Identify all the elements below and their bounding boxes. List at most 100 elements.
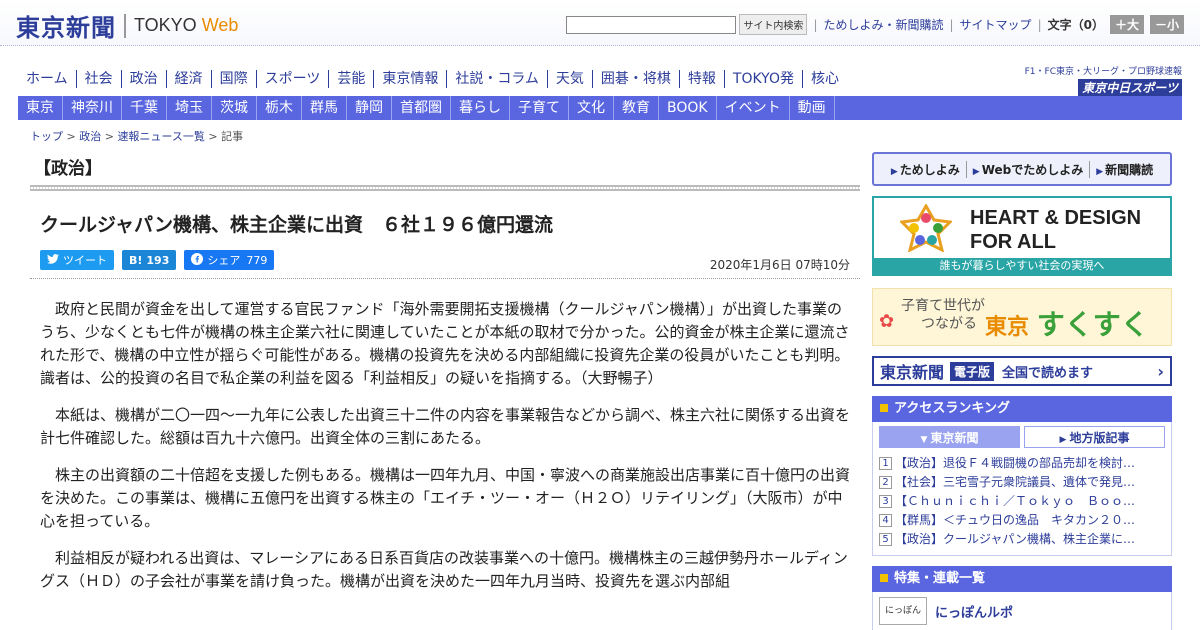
- site-search-button[interactable]: サイト内検索: [739, 14, 808, 35]
- nav-book[interactable]: BOOK: [659, 96, 717, 120]
- article-paragraph: 利益相反が疑われる出資は、マレーシアにある日系百貨店の改装事業への十億円。機構株…: [40, 549, 848, 590]
- trial-reading-label: ためしよみ: [899, 162, 960, 177]
- ranking-item[interactable]: 5 【政治】クールジャパン機構、株主企業に…: [879, 530, 1165, 549]
- hatena-bookmark-button[interactable]: B! 193: [122, 250, 177, 270]
- trial-reading-link[interactable]: ▶ ためしよみ: [885, 161, 966, 178]
- nav-entertainment[interactable]: 芸能: [328, 70, 373, 88]
- nav-event[interactable]: イベント: [717, 96, 790, 120]
- logo-divider: [124, 13, 126, 38]
- trial-reading-banner: ▶ ためしよみ ▶ Webでためしよみ ▶ 新聞購読: [872, 152, 1172, 186]
- rank-number: 5: [879, 533, 892, 546]
- font-size-label: 文字（0）: [1047, 18, 1104, 32]
- main-nav: ホーム 社会 政治 経済 国際 スポーツ 芸能 東京情報 社説・コラム 天気 囲…: [18, 70, 847, 88]
- breadcrumb-news-list[interactable]: 速報ニュース一覧: [117, 130, 204, 143]
- heart-design-banner[interactable]: HEART & DESIGN FOR ALL 誰もが暮らしやすい社会の実現へ: [872, 196, 1172, 276]
- breadcrumb: トップ > 政治 > 速報ニュース一覧 > 記事: [30, 128, 243, 144]
- nav-politics[interactable]: 政治: [120, 70, 166, 88]
- site-logo[interactable]: 東京新聞 TOKYO Web: [16, 8, 238, 43]
- rank-title: 【Ｃｈｕｎｉｃｈｉ／Ｔｏｋｙｏ Ｂｏｏ…: [895, 494, 1136, 508]
- section-title: 【政治】: [34, 159, 102, 179]
- region-tochigi[interactable]: 栃木: [257, 96, 302, 120]
- triangle-right-icon: ▶: [890, 166, 898, 177]
- region-kanagawa[interactable]: 神奈川: [63, 96, 122, 120]
- region-ibaraki[interactable]: 茨城: [212, 96, 257, 120]
- nav-education[interactable]: 教育: [614, 96, 659, 120]
- sitemap-link[interactable]: サイトマップ: [960, 16, 1032, 33]
- tab-local-articles[interactable]: ▶ 地方版記事: [1024, 426, 1165, 448]
- ranking-item[interactable]: 4 【群馬】＜チュウ日の逸品 キタカン２０…: [879, 511, 1165, 530]
- features-panel: にっぽん にっぽんルポ: [872, 592, 1172, 630]
- square-bullet-icon: [880, 404, 888, 412]
- tab-tokyo-shimbun-label: 東京新聞: [930, 431, 979, 445]
- nav-special[interactable]: 特報: [678, 70, 724, 88]
- ranking-item[interactable]: 3 【Ｃｈｕｎｉｃｈｉ／Ｔｏｋｙｏ Ｂｏｏ…: [879, 492, 1165, 511]
- feature-item[interactable]: にっぽん にっぽんルポ: [879, 596, 1165, 626]
- site-search-input[interactable]: [566, 15, 737, 34]
- nav-international[interactable]: 国際: [210, 70, 256, 88]
- nav-core[interactable]: 核心: [801, 70, 847, 88]
- breadcrumb-sep: >: [104, 130, 114, 143]
- rank-number: 2: [879, 476, 892, 489]
- logo-english: TOKYO: [134, 15, 197, 35]
- region-gunma[interactable]: 群馬: [302, 96, 347, 120]
- trial-subscribe-link[interactable]: ためしよみ・新聞購読: [823, 16, 943, 33]
- logo-web: Web: [201, 15, 239, 35]
- region-tokyo[interactable]: 東京: [18, 96, 63, 120]
- region-saitama[interactable]: 埼玉: [167, 96, 212, 120]
- nav-home[interactable]: ホーム: [18, 70, 76, 88]
- nav-economy[interactable]: 経済: [165, 70, 211, 88]
- subscribe-link[interactable]: ▶ 新聞購読: [1089, 160, 1159, 178]
- hatena-count: 193: [146, 253, 170, 267]
- nav-video[interactable]: 動画: [790, 96, 835, 120]
- facebook-icon: [191, 252, 204, 268]
- digital-edition-banner[interactable]: 東京新聞 電子版 全国で読めます ›: [872, 356, 1172, 386]
- heart-design-logo-icon: [900, 204, 952, 252]
- digital-edition-badge: 電子版: [950, 361, 995, 381]
- digital-edition-logo: 東京新聞: [880, 363, 945, 382]
- tweet-label: ツイート: [63, 254, 107, 267]
- site-header: 東京新聞 TOKYO Web サイト内検索 | ためしよみ・新聞購読 | サイト…: [0, 0, 1200, 46]
- breadcrumb-sep: >: [66, 130, 76, 143]
- rank-number: 1: [879, 457, 892, 470]
- square-bullet-icon: [880, 574, 888, 582]
- tokyo-sukusuku-banner[interactable]: ✿ 子育て世代が つながる 東京 すくすく: [872, 288, 1172, 346]
- sukusuku-logo: 東京 すくすく: [985, 303, 1149, 343]
- nav-editorial[interactable]: 社説・コラム: [446, 70, 547, 88]
- font-smaller-button[interactable]: －小: [1149, 15, 1184, 34]
- sports-banner[interactable]: F1・FC東京・大リーグ・プロ野球速報 東京中日スポーツ: [1025, 64, 1182, 96]
- feature-thumbnail: にっぽん: [879, 597, 927, 625]
- nav-weather[interactable]: 天気: [546, 70, 592, 88]
- nav-tokyo-info[interactable]: 東京情報: [373, 70, 446, 88]
- region-shizuoka[interactable]: 静岡: [347, 96, 392, 120]
- rank-title: 【政治】退役Ｆ４戦闘機の部品売却を検討…: [895, 456, 1136, 470]
- triangle-down-icon: ▼: [920, 435, 928, 445]
- nav-go-shogi[interactable]: 囲碁・将棋: [591, 70, 679, 88]
- header-tools: サイト内検索 | ためしよみ・新聞購読 | サイトマップ | 文字（0） ＋大 …: [566, 14, 1184, 35]
- nav-living[interactable]: 暮らし: [451, 96, 510, 120]
- ranking-header: アクセスランキング: [872, 396, 1172, 422]
- heart-design-caption: 誰もが暮らしやすい社会の実現へ: [874, 258, 1170, 274]
- article-body: 政府と民間が資金を出して運営する官民ファンド「海外需要開拓支援機構（クールジャパ…: [40, 298, 850, 607]
- tab-tokyo-shimbun[interactable]: ▼ 東京新聞: [879, 426, 1020, 448]
- ranking-item[interactable]: 2 【社会】三宅雪子元衆院議員、遺体で発見…: [879, 473, 1165, 492]
- region-chiba[interactable]: 千葉: [122, 96, 167, 120]
- web-trial-link[interactable]: ▶ Webでためしよみ: [965, 160, 1089, 178]
- nav-society[interactable]: 社会: [75, 70, 121, 88]
- heart-design-title-line2: FOR ALL: [970, 231, 1056, 253]
- nav-tokyo-hatsu[interactable]: TOKYO発: [723, 70, 802, 88]
- features-title: 特集・連載一覧: [894, 571, 986, 586]
- region-metro[interactable]: 首都圏: [392, 96, 451, 120]
- heart-design-title-line1: HEART & DESIGN: [970, 207, 1142, 229]
- nav-parenting[interactable]: 子育て: [510, 96, 569, 120]
- tweet-button[interactable]: ツイート: [40, 250, 114, 270]
- facebook-share-button[interactable]: シェア 779: [184, 250, 275, 270]
- breadcrumb-top[interactable]: トップ: [30, 130, 63, 143]
- sukusuku-tagline-line1: 子育て世代が: [901, 298, 985, 314]
- nav-sports[interactable]: スポーツ: [255, 70, 329, 88]
- ranking-item[interactable]: 1 【政治】退役Ｆ４戦闘機の部品売却を検討…: [879, 454, 1165, 473]
- hatena-bookmark-icon: B!: [129, 253, 143, 267]
- share-label: シェア: [207, 254, 241, 267]
- font-bigger-button[interactable]: ＋大: [1109, 15, 1144, 34]
- nav-culture[interactable]: 文化: [569, 96, 614, 120]
- breadcrumb-politics[interactable]: 政治: [79, 130, 101, 143]
